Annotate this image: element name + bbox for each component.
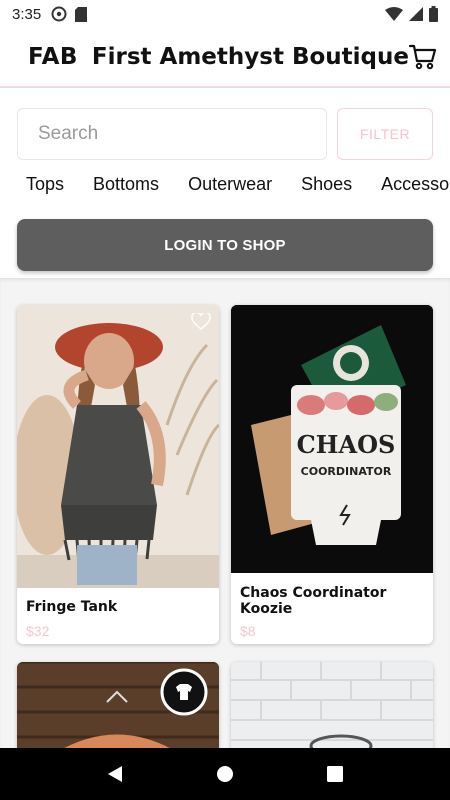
koozie-photo: CHAOS COORDINATOR	[231, 305, 433, 573]
status-system-icons	[385, 6, 438, 22]
product-image: CHAOS COORDINATOR	[231, 305, 433, 573]
product-grid: Fringe Tank $32 CHAOS COORDINATOR Chaos …	[0, 278, 450, 782]
product-price: $8	[240, 623, 256, 639]
heart-icon[interactable]	[191, 313, 211, 331]
product-name: Chaos Coordinator Koozie	[240, 585, 387, 617]
search-row: FILTER	[17, 108, 433, 160]
brand-title: First Amethyst Boutique	[91, 44, 409, 70]
category-tabs: Tops Bottoms Outerwear Shoes Accessor	[26, 174, 450, 204]
at-sign-icon	[51, 6, 67, 22]
status-bar: 3:35	[0, 0, 450, 28]
app-header: FAB First Amethyst Boutique	[0, 28, 450, 88]
product-price: $32	[26, 623, 50, 639]
filter-button[interactable]: FILTER	[337, 108, 433, 160]
cart-icon	[408, 44, 437, 70]
category-tops[interactable]: Tops	[26, 174, 64, 204]
recents-icon	[327, 766, 343, 782]
product-name: Fringe Tank	[26, 599, 118, 615]
back-icon	[108, 766, 122, 782]
signal-icon	[409, 7, 423, 21]
nav-recents-button[interactable]	[315, 754, 355, 794]
home-icon	[217, 766, 233, 782]
koozie-print-line1: CHAOS	[297, 430, 396, 459]
battery-icon	[429, 6, 438, 22]
product-image	[17, 305, 219, 588]
product-card[interactable]: CHAOS COORDINATOR Chaos Coordinator Kooz…	[231, 305, 433, 644]
search-input[interactable]	[17, 108, 327, 160]
status-time: 3:35	[12, 5, 42, 23]
nav-back-button[interactable]	[95, 754, 135, 794]
product-card[interactable]: Fringe Tank $32	[17, 305, 219, 644]
wifi-icon	[385, 7, 403, 21]
status-notification-icons	[51, 6, 88, 22]
fringe-tank-photo	[17, 305, 219, 588]
koozie-print-line2: COORDINATOR	[301, 465, 392, 478]
category-accessories[interactable]: Accessor	[381, 174, 450, 204]
category-bottoms[interactable]: Bottoms	[93, 174, 159, 204]
cart-button[interactable]	[408, 42, 437, 72]
category-shoes[interactable]: Shoes	[301, 174, 352, 204]
login-to-shop-button[interactable]: LOGIN TO SHOP	[17, 219, 433, 271]
brand-short: FAB	[28, 44, 78, 70]
nav-home-button[interactable]	[205, 754, 245, 794]
system-nav-bar	[0, 748, 450, 800]
category-outerwear[interactable]: Outerwear	[188, 174, 272, 204]
sd-card-icon	[75, 6, 88, 22]
